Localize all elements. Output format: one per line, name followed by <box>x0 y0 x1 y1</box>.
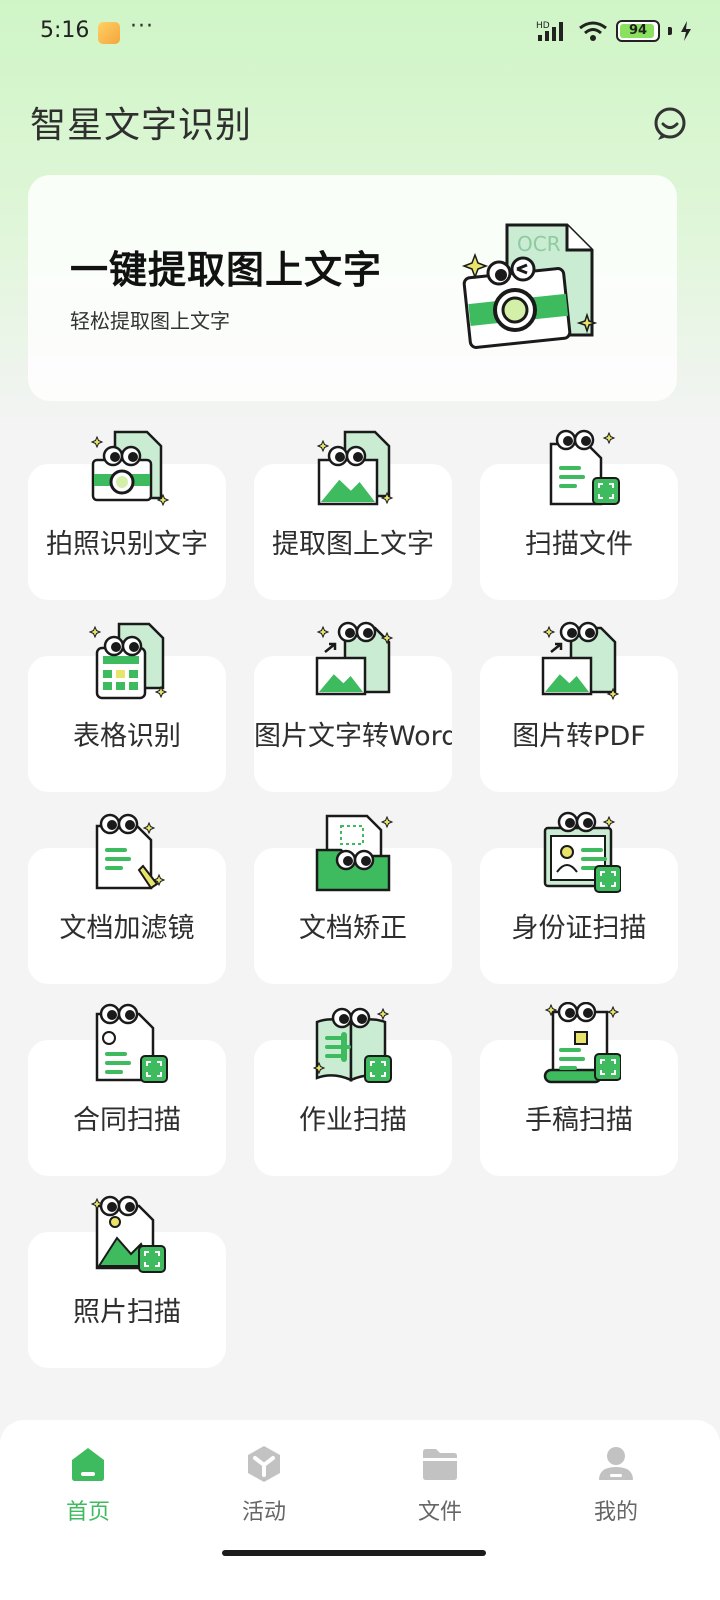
wifi-icon <box>579 21 607 41</box>
feature-tile-image-text[interactable]: 提取图上文字 <box>254 430 452 600</box>
home-icon <box>72 1448 104 1481</box>
nav-label: 活动 <box>241 1500 286 1525</box>
nav-label: 首页 <box>65 1500 110 1525</box>
photo-icon <box>90 1195 166 1273</box>
image-text-icon <box>316 430 394 506</box>
feature-tile-contract[interactable]: 合同扫描 <box>28 1003 226 1176</box>
feature-label: 表格识别 <box>73 721 181 752</box>
homework-icon <box>312 1007 392 1083</box>
nav-files[interactable]: 文件 <box>380 1444 500 1526</box>
manuscript-icon <box>543 1002 621 1084</box>
status-more-icon: ··· <box>130 14 154 39</box>
feature-tile-photo[interactable]: 照片扫描 <box>28 1195 226 1368</box>
feature-label: 扫描文件 <box>525 529 633 560</box>
network-type: HD <box>536 21 550 31</box>
id-card-icon <box>543 811 621 893</box>
feature-tile-manuscript[interactable]: 手稿扫描 <box>480 1002 678 1176</box>
banner-title: 一键提取图上文字 <box>70 248 383 292</box>
banner-subtitle: 轻松提取图上文字 <box>70 309 230 333</box>
table-icon <box>88 622 168 700</box>
battery-cap <box>668 27 672 35</box>
feature-tile-image-to-word[interactable]: 图片文字转Word <box>254 621 452 792</box>
nav-label: 我的 <box>593 1500 638 1525</box>
scan-file-icon <box>549 429 620 506</box>
feature-tile-id-card[interactable]: 身份证扫描 <box>480 811 678 984</box>
feature-label: 手稿扫描 <box>525 1105 633 1136</box>
battery-icon: 94 <box>616 20 660 42</box>
camera-ocr-icon <box>90 430 169 507</box>
nav-label: 文件 <box>417 1500 462 1525</box>
feature-tile-scan-file[interactable]: 扫描文件 <box>480 429 678 600</box>
ocr-banner[interactable]: 一键提取图上文字 轻松提取图上文字 OCR <box>28 175 677 401</box>
nav-profile[interactable]: 我的 <box>556 1444 676 1526</box>
nav-home[interactable]: 首页 <box>28 1444 148 1526</box>
feature-tile-doc-filter[interactable]: 文档加滤镜 <box>28 813 226 984</box>
customer-service-icon[interactable] <box>652 106 688 142</box>
folder-icon <box>423 1449 457 1480</box>
feature-label: 作业扫描 <box>299 1105 407 1136</box>
feature-tile-table[interactable]: 表格识别 <box>28 622 226 792</box>
feature-tile-camera-ocr[interactable]: 拍照识别文字 <box>28 430 226 600</box>
home-indicator[interactable] <box>222 1550 486 1556</box>
notification-app-icon <box>98 22 120 44</box>
contract-icon <box>95 1003 168 1083</box>
nav-activity[interactable]: 活动 <box>204 1444 324 1526</box>
feature-tile-doc-correct[interactable]: 文档矫正 <box>254 814 452 984</box>
status-bar: 5:16 ··· HD 94 <box>0 0 720 66</box>
feature-label: 拍照识别文字 <box>46 529 208 560</box>
feature-tile-homework[interactable]: 作业扫描 <box>254 1007 452 1176</box>
status-time: 5:16 <box>40 18 90 43</box>
charging-icon <box>681 21 691 41</box>
feature-label: 图片文字转Word <box>254 721 452 752</box>
signal-icon: HD <box>536 21 563 41</box>
profile-icon <box>599 1447 633 1480</box>
feature-label: 合同扫描 <box>73 1105 181 1136</box>
battery-level: 94 <box>628 23 648 38</box>
feature-tile-image-to-pdf[interactable]: 图片转PDF <box>480 621 678 792</box>
doc-filter-icon <box>95 813 166 890</box>
activity-icon <box>248 1446 280 1482</box>
feature-label: 身份证扫描 <box>511 913 647 944</box>
feature-label: 图片转PDF <box>512 721 646 752</box>
status-right: HD 94 <box>536 20 692 42</box>
feature-label: 文档矫正 <box>299 913 407 944</box>
ocr-camera-illustration: OCR <box>461 223 598 349</box>
image-to-pdf-icon <box>541 621 620 701</box>
feature-label: 文档加滤镜 <box>59 913 195 944</box>
doc-correct-icon <box>315 814 394 892</box>
feature-label: 提取图上文字 <box>272 529 434 560</box>
page-title: 智星文字识别 <box>30 105 253 146</box>
bottom-nav: 首页 活动 文件 我的 <box>0 1420 720 1600</box>
image-to-word-icon <box>315 621 394 696</box>
svg-text:OCR: OCR <box>517 232 561 256</box>
feature-label: 照片扫描 <box>73 1297 181 1328</box>
